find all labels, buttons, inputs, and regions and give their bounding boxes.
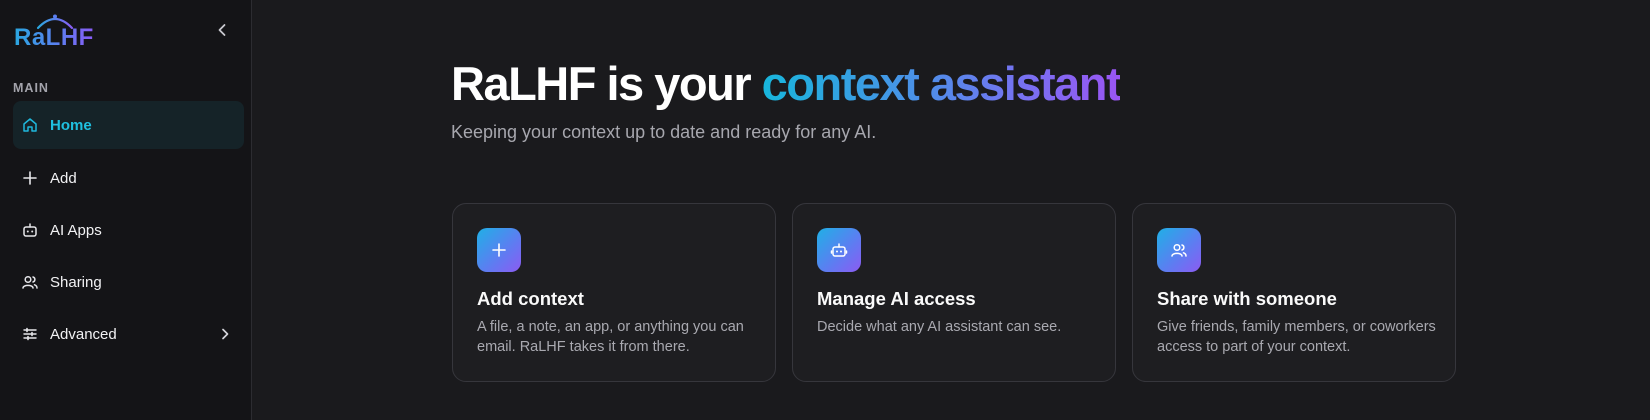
sidebar-item-label: Advanced <box>50 325 117 343</box>
sidebar-item-sharing[interactable]: Sharing <box>13 258 244 306</box>
users-icon <box>21 273 39 291</box>
sidebar-item-label: Home <box>50 116 92 134</box>
plus-icon <box>477 228 521 272</box>
users-icon <box>1157 228 1201 272</box>
card-add-context[interactable]: Add context A file, a note, an app, or a… <box>452 203 776 382</box>
sidebar-item-label: AI Apps <box>50 221 102 239</box>
sidebar-item-label: Sharing <box>50 273 102 291</box>
card-share-with-someone[interactable]: Share with someone Give friends, family … <box>1132 203 1456 382</box>
app-logo[interactable]: RaLHF <box>14 10 94 52</box>
card-description: Give friends, family members, or coworke… <box>1157 319 1436 355</box>
title-highlight: context assistant <box>761 57 1122 110</box>
page-title: RaLHF is your context assistant <box>451 56 1122 111</box>
sidebar-item-home[interactable]: Home <box>13 101 244 149</box>
chevron-right-icon <box>216 325 234 343</box>
card-manage-ai-access[interactable]: Manage AI access Decide what any AI assi… <box>792 203 1116 382</box>
sidebar: RaLHF MAIN Home Add AI Apps Sharing Adva… <box>0 0 252 420</box>
sliders-icon <box>21 325 39 343</box>
card-description: A file, a note, an app, or anything you … <box>477 319 744 355</box>
sidebar-section-label: MAIN <box>13 81 49 95</box>
sidebar-item-label: Add <box>50 169 77 187</box>
bot-icon <box>21 221 39 239</box>
sidebar-item-add[interactable]: Add <box>13 154 244 202</box>
card-title: Share with someone <box>1157 288 1337 309</box>
page-subtitle: Keeping your context up to date and read… <box>451 122 877 142</box>
card-description: Decide what any AI assistant can see. <box>817 319 1062 335</box>
plus-icon <box>21 169 39 187</box>
sidebar-item-ai-apps[interactable]: AI Apps <box>13 206 244 254</box>
card-title: Manage AI access <box>817 288 976 309</box>
title-plain: RaLHF is your <box>451 57 762 110</box>
sidebar-item-advanced[interactable]: Advanced <box>13 310 244 358</box>
home-icon <box>21 116 39 134</box>
collapse-sidebar-button[interactable] <box>212 20 232 40</box>
bot-icon <box>817 228 861 272</box>
logo-text: RaLHF <box>14 24 94 51</box>
card-title: Add context <box>477 288 584 309</box>
chevron-left-icon <box>218 24 226 36</box>
